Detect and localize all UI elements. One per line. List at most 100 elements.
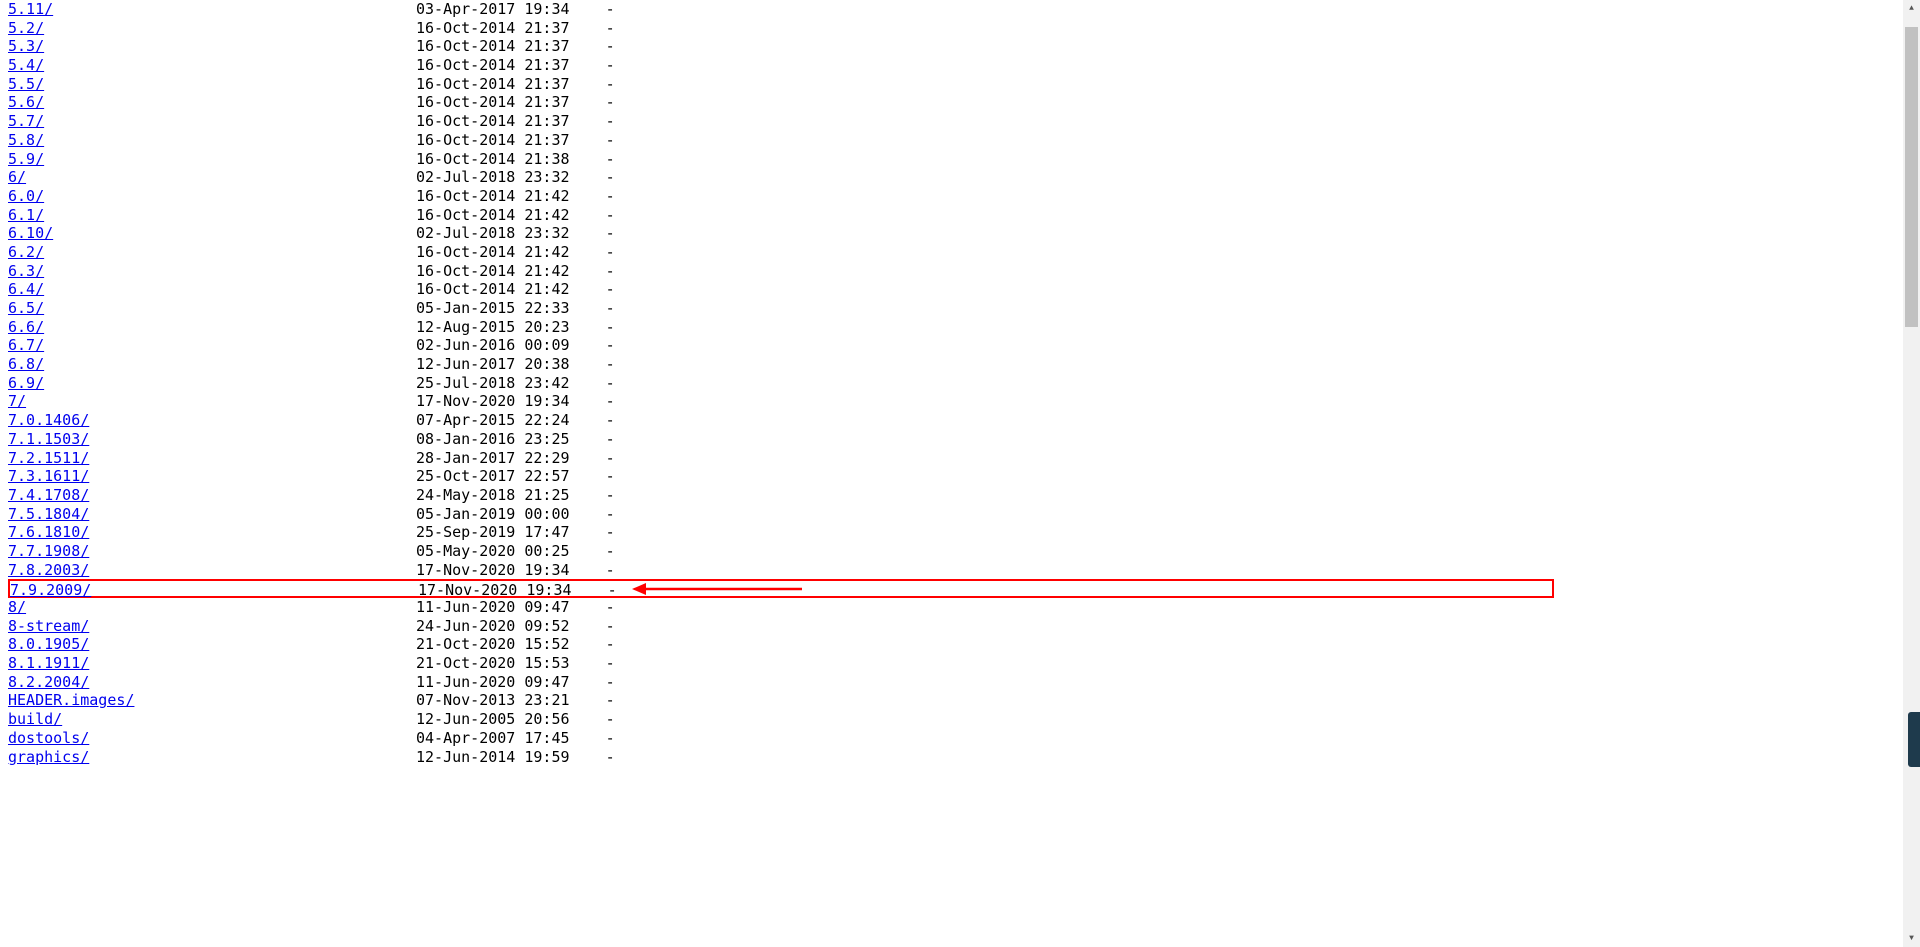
listing-row: 5.6/16-Oct-2014 21:37 - bbox=[8, 93, 1554, 112]
directory-link[interactable]: 7.3.1611/ bbox=[8, 467, 89, 485]
directory-link[interactable]: 7/ bbox=[8, 392, 26, 410]
listing-row: 7.3.1611/25-Oct-2017 22:57 - bbox=[8, 467, 1554, 486]
row-metadata: 16-Oct-2014 21:37 - bbox=[416, 131, 615, 150]
listing-row: 5.5/16-Oct-2014 21:37 - bbox=[8, 75, 1554, 94]
listing-row: 5.11/03-Apr-2017 19:34 - bbox=[8, 0, 1554, 19]
listing-row: 6.8/12-Jun-2017 20:38 - bbox=[8, 355, 1554, 374]
directory-link[interactable]: 6.9/ bbox=[8, 374, 44, 392]
listing-row: 6.10/02-Jul-2018 23:32 - bbox=[8, 224, 1554, 243]
scroll-down-arrow-icon[interactable]: ▼ bbox=[1903, 930, 1920, 947]
directory-link[interactable]: 6.1/ bbox=[8, 206, 44, 224]
directory-link[interactable]: 7.7.1908/ bbox=[8, 542, 89, 560]
directory-listing: 5.11/03-Apr-2017 19:34 -5.2/16-Oct-2014 … bbox=[0, 0, 1554, 947]
row-metadata: 16-Oct-2014 21:37 - bbox=[416, 37, 615, 56]
listing-row: 6.7/02-Jun-2016 00:09 - bbox=[8, 336, 1554, 355]
row-metadata: 07-Apr-2015 22:24 - bbox=[416, 411, 615, 430]
directory-link[interactable]: HEADER.images/ bbox=[8, 691, 134, 709]
listing-row: 6.2/16-Oct-2014 21:42 - bbox=[8, 243, 1554, 262]
directory-link[interactable]: 6.8/ bbox=[8, 355, 44, 373]
scroll-up-arrow-icon[interactable]: ▲ bbox=[1903, 0, 1920, 17]
directory-link[interactable]: 6.7/ bbox=[8, 336, 44, 354]
scrollbar-track[interactable] bbox=[1903, 17, 1920, 930]
directory-link[interactable]: 6.0/ bbox=[8, 187, 44, 205]
listing-row: 8.1.1911/21-Oct-2020 15:53 - bbox=[8, 654, 1554, 673]
row-metadata: 16-Oct-2014 21:37 - bbox=[416, 56, 615, 75]
row-metadata: 12-Jun-2014 19:59 - bbox=[416, 748, 615, 767]
directory-link[interactable]: 7.4.1708/ bbox=[8, 486, 89, 504]
listing-row: 6.4/16-Oct-2014 21:42 - bbox=[8, 280, 1554, 299]
directory-link[interactable]: 5.8/ bbox=[8, 131, 44, 149]
row-metadata: 12-Jun-2017 20:38 - bbox=[416, 355, 615, 374]
listing-row: HEADER.images/07-Nov-2013 23:21 - bbox=[8, 691, 1554, 710]
listing-row: 6.1/16-Oct-2014 21:42 - bbox=[8, 206, 1554, 225]
row-metadata: 17-Nov-2020 19:34 - bbox=[416, 561, 615, 580]
directory-link[interactable]: 8.1.1911/ bbox=[8, 654, 89, 672]
row-metadata: 03-Apr-2017 19:34 - bbox=[416, 0, 615, 19]
directory-link[interactable]: 7.0.1406/ bbox=[8, 411, 89, 429]
directory-link[interactable]: dostools/ bbox=[8, 729, 89, 747]
directory-link[interactable]: 8-stream/ bbox=[8, 617, 89, 635]
directory-link[interactable]: 5.9/ bbox=[8, 150, 44, 168]
directory-link[interactable]: 5.11/ bbox=[8, 0, 53, 18]
side-tab[interactable] bbox=[1908, 712, 1920, 767]
row-metadata: 25-Sep-2019 17:47 - bbox=[416, 523, 615, 542]
directory-link[interactable]: 5.4/ bbox=[8, 56, 44, 74]
directory-link[interactable]: 8.2.2004/ bbox=[8, 673, 89, 691]
row-metadata: 16-Oct-2014 21:42 - bbox=[416, 262, 615, 281]
row-metadata: 05-Jan-2015 22:33 - bbox=[416, 299, 615, 318]
row-metadata: 25-Oct-2017 22:57 - bbox=[416, 467, 615, 486]
directory-link[interactable]: 6.10/ bbox=[8, 224, 53, 242]
directory-link[interactable]: 7.6.1810/ bbox=[8, 523, 89, 541]
row-metadata: 16-Oct-2014 21:42 - bbox=[416, 280, 615, 299]
listing-row: 5.3/16-Oct-2014 21:37 - bbox=[8, 37, 1554, 56]
directory-link[interactable]: 6.6/ bbox=[8, 318, 44, 336]
listing-row: 6.6/12-Aug-2015 20:23 - bbox=[8, 318, 1554, 337]
listing-row: 7.9.2009/17-Nov-2020 19:34 - bbox=[8, 579, 1554, 598]
directory-link[interactable]: 7.5.1804/ bbox=[8, 505, 89, 523]
listing-row: 7.5.1804/05-Jan-2019 00:00 - bbox=[8, 505, 1554, 524]
listing-row: 7.8.2003/17-Nov-2020 19:34 - bbox=[8, 561, 1554, 580]
directory-link[interactable]: 6.3/ bbox=[8, 262, 44, 280]
listing-row: 6/02-Jul-2018 23:32 - bbox=[8, 168, 1554, 187]
directory-link[interactable]: 5.6/ bbox=[8, 93, 44, 111]
listing-rows: 5.11/03-Apr-2017 19:34 -5.2/16-Oct-2014 … bbox=[0, 0, 1554, 766]
directory-link[interactable]: 8.0.1905/ bbox=[8, 635, 89, 653]
directory-link[interactable]: 6/ bbox=[8, 168, 26, 186]
row-metadata: 17-Nov-2020 19:34 - bbox=[416, 392, 615, 411]
directory-link[interactable]: 5.2/ bbox=[8, 19, 44, 37]
directory-link[interactable]: 6.2/ bbox=[8, 243, 44, 261]
scrollbar-thumb[interactable] bbox=[1905, 27, 1918, 327]
row-metadata: 04-Apr-2007 17:45 - bbox=[416, 729, 615, 748]
directory-link[interactable]: 8/ bbox=[8, 598, 26, 616]
directory-link[interactable]: graphics/ bbox=[8, 748, 89, 766]
listing-row: 5.9/16-Oct-2014 21:38 - bbox=[8, 150, 1554, 169]
listing-row: build/12-Jun-2005 20:56 - bbox=[8, 710, 1554, 729]
directory-link[interactable]: 6.4/ bbox=[8, 280, 44, 298]
listing-row: 7.0.1406/07-Apr-2015 22:24 - bbox=[8, 411, 1554, 430]
row-metadata: 02-Jun-2016 00:09 - bbox=[416, 336, 615, 355]
listing-row: 5.2/16-Oct-2014 21:37 - bbox=[8, 19, 1554, 38]
row-metadata: 21-Oct-2020 15:53 - bbox=[416, 654, 615, 673]
listing-row: 6.0/16-Oct-2014 21:42 - bbox=[8, 187, 1554, 206]
listing-row: 8.0.1905/21-Oct-2020 15:52 - bbox=[8, 635, 1554, 654]
row-metadata: 02-Jul-2018 23:32 - bbox=[416, 168, 615, 187]
listing-row: graphics/12-Jun-2014 19:59 - bbox=[8, 748, 1554, 767]
directory-link[interactable]: 5.3/ bbox=[8, 37, 44, 55]
directory-link[interactable]: 7.8.2003/ bbox=[8, 561, 89, 579]
listing-row: 8.2.2004/11-Jun-2020 09:47 - bbox=[8, 673, 1554, 692]
listing-row: 6.9/25-Jul-2018 23:42 - bbox=[8, 374, 1554, 393]
directory-link[interactable]: 5.7/ bbox=[8, 112, 44, 130]
row-metadata: 16-Oct-2014 21:38 - bbox=[416, 150, 615, 169]
row-metadata: 16-Oct-2014 21:42 - bbox=[416, 206, 615, 225]
row-metadata: 24-May-2018 21:25 - bbox=[416, 486, 615, 505]
directory-link[interactable]: build/ bbox=[8, 710, 62, 728]
directory-link[interactable]: 6.5/ bbox=[8, 299, 44, 317]
directory-link[interactable]: 5.5/ bbox=[8, 75, 44, 93]
directory-link[interactable]: 7.2.1511/ bbox=[8, 449, 89, 467]
row-metadata: 16-Oct-2014 21:37 - bbox=[416, 112, 615, 131]
directory-link[interactable]: 7.1.1503/ bbox=[8, 430, 89, 448]
vertical-scrollbar[interactable]: ▲ ▼ bbox=[1903, 0, 1920, 947]
row-metadata: 05-May-2020 00:25 - bbox=[416, 542, 615, 561]
directory-link[interactable]: 7.9.2009/ bbox=[10, 581, 91, 599]
listing-row: 7.1.1503/08-Jan-2016 23:25 - bbox=[8, 430, 1554, 449]
